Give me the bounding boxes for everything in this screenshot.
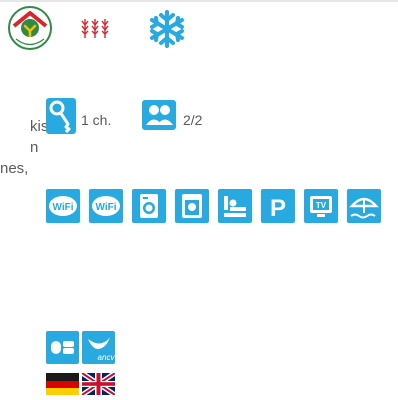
gites-de-france-logo (8, 6, 52, 50)
snowflake-icon (147, 9, 187, 49)
svg-text:CB: CB (46, 331, 48, 332)
german-flag-icon (46, 373, 79, 395)
description-line-2: n (30, 139, 39, 156)
dishwasher-icon (175, 189, 209, 223)
wifi-icon-2: WiFi (89, 189, 123, 223)
wifi-icon: WiFi (46, 189, 80, 223)
baby-bath-icon (218, 189, 252, 223)
amenities-row: WiFi WiFi P TV (46, 189, 398, 223)
cb-card-icon: CB (46, 331, 79, 364)
washing-machine-icon (132, 189, 166, 223)
ears-rating-icon (80, 17, 110, 39)
svg-text:P: P (270, 195, 286, 222)
svg-text:WiFi: WiFi (52, 202, 73, 213)
svg-text:ancv: ancv (98, 353, 115, 362)
tv-icon: TV (304, 189, 338, 223)
svg-text:WiFi: WiFi (95, 202, 116, 213)
parking-icon: P (261, 189, 295, 223)
capacity-people-icon (142, 100, 176, 130)
bedroom-key-icon (46, 98, 76, 134)
capacity-value: 2/2 (183, 112, 203, 128)
top-divider (0, 0, 398, 2)
svg-text:TV: TV (316, 201, 327, 210)
pool-icon (347, 189, 381, 223)
rooms-count: 1 ch. (81, 112, 112, 128)
uk-flag-icon (80, 370, 117, 398)
ancv-voucher-icon: ancv (82, 331, 115, 364)
description-line-3: nes, (0, 160, 29, 177)
